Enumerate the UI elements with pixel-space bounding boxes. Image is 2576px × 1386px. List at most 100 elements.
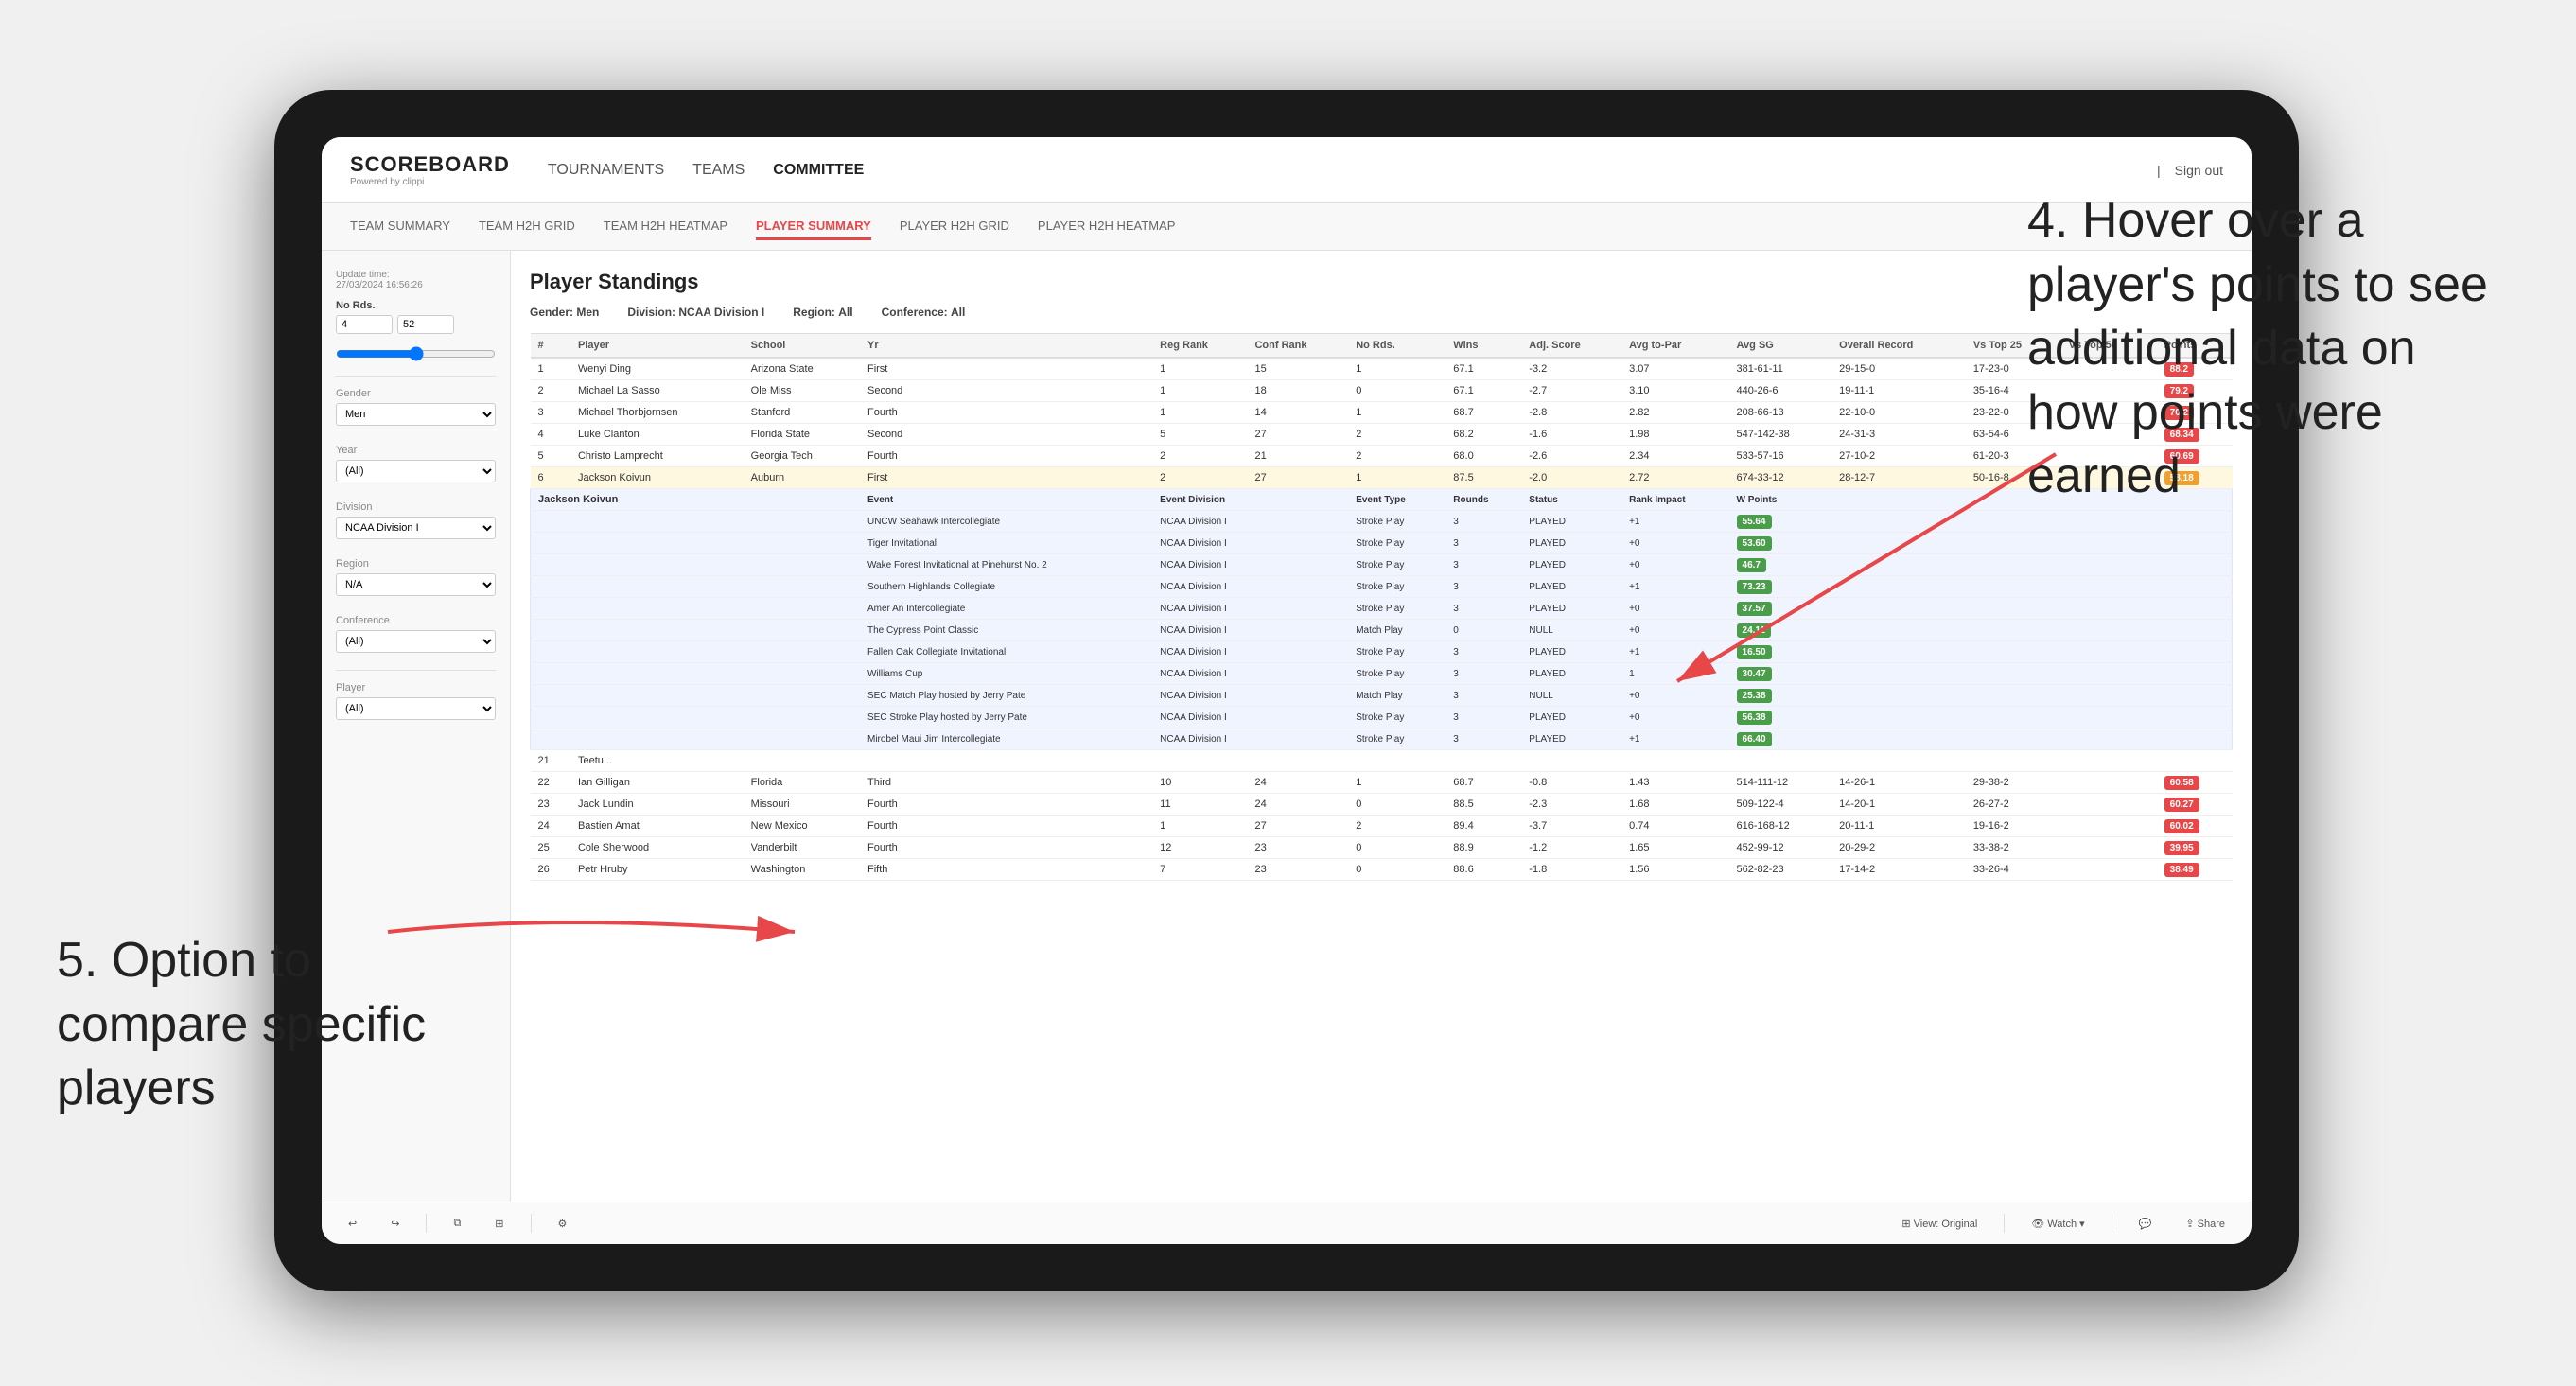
event-col-status: Status (1521, 489, 1621, 511)
table-row: 3 Michael Thorbjornsen Stanford Fourth 1… (531, 402, 2233, 424)
points-badge[interactable]: 60.02 (2164, 819, 2199, 833)
main-content: Update time: 27/03/2024 16:56:26 No Rds.… (322, 251, 2252, 1202)
share-button[interactable]: ⇪ Share (2178, 1214, 2233, 1234)
undo-button[interactable]: ↩ (341, 1214, 364, 1234)
conference-select[interactable]: (All) (336, 630, 496, 653)
event-points-badge[interactable]: 25.38 (1737, 689, 1772, 703)
event-row: Fallen Oak Collegiate Invitational NCAA … (531, 641, 2233, 663)
gender-filter-label: Gender (336, 388, 496, 399)
nav-teams[interactable]: TEAMS (692, 157, 745, 184)
event-header-row: Jackson Koivun Event Event Division Even… (531, 489, 2233, 511)
event-row: Wake Forest Invitational at Pinehurst No… (531, 554, 2233, 576)
settings-button[interactable]: ⚙ (551, 1214, 575, 1234)
sub-nav-team-h2h-heatmap[interactable]: TEAM H2H HEATMAP (604, 214, 727, 240)
event-col-type: Event Type (1348, 489, 1446, 511)
event-points-badge[interactable]: 46.7 (1737, 558, 1766, 572)
table-row: 24 Bastien Amat New Mexico Fourth 1 27 2… (531, 816, 2233, 837)
event-points-badge[interactable]: 55.64 (1737, 515, 1772, 529)
event-row: SEC Stroke Play hosted by Jerry Pate NCA… (531, 707, 2233, 728)
region-select[interactable]: N/A (336, 573, 496, 596)
event-col-event: Event (860, 489, 1152, 511)
watch-button[interactable]: 👁 Watch ▾ (2024, 1214, 2092, 1234)
comment-button[interactable]: 💬 (2131, 1214, 2160, 1234)
vertical-bar-icon: | (2157, 163, 2161, 178)
division-select[interactable]: NCAA Division I (336, 517, 496, 539)
event-points-badge[interactable]: 37.57 (1737, 602, 1772, 616)
col-avg-sg: Avg SG (1729, 334, 1832, 359)
points-badge[interactable]: 60.58 (2164, 776, 2199, 790)
sub-nav-player-h2h-grid[interactable]: PLAYER H2H GRID (900, 214, 1009, 240)
event-points-badge[interactable]: 16.50 (1737, 645, 1772, 659)
no-rds-slider[interactable] (336, 346, 496, 361)
player-filter-label: Player (336, 682, 496, 693)
event-points-badge[interactable]: 56.38 (1737, 711, 1772, 725)
table-row: 23 Jack Lundin Missouri Fourth 11 24 0 8… (531, 794, 2233, 816)
year-filter-label: Year (336, 445, 496, 456)
event-row: Mirobel Maui Jim Intercollegiate NCAA Di… (531, 728, 2233, 750)
conference-filter-label: Conference (336, 615, 496, 626)
event-points-badge[interactable]: 53.60 (1737, 536, 1772, 551)
division-filter-label: Division (336, 501, 496, 513)
event-row: Tiger Invitational NCAA Division I Strok… (531, 533, 2233, 554)
sign-out-link[interactable]: Sign out (2175, 163, 2223, 178)
nav-committee[interactable]: COMMITTEE (773, 157, 864, 184)
table-row: 4 Luke Clanton Florida State Second 5 27… (531, 424, 2233, 446)
sub-nav-team-summary[interactable]: TEAM SUMMARY (350, 214, 450, 240)
sub-nav: TEAM SUMMARY TEAM H2H GRID TEAM H2H HEAT… (322, 203, 2252, 251)
event-row: The Cypress Point Classic NCAA Division … (531, 620, 2233, 641)
logo-sub: Powered by clippi (350, 177, 510, 187)
logo-text: SCOREBOARD (350, 152, 510, 177)
table-row: 25 Cole Sherwood Vanderbilt Fourth 12 23… (531, 837, 2233, 859)
table-row: 26 Petr Hruby Washington Fifth 7 23 0 88… (531, 859, 2233, 881)
table-row: 22 Ian Gilligan Florida Third 10 24 1 68… (531, 772, 2233, 794)
points-badge[interactable]: 39.95 (2164, 841, 2199, 855)
no-rds-to-input[interactable] (397, 315, 454, 334)
view-original-button[interactable]: ⊞ View: Original (1894, 1214, 1985, 1234)
paste-button[interactable]: ⊞ (487, 1214, 511, 1234)
event-col-rounds: Rounds (1446, 489, 1521, 511)
gender-filter-display: Gender: Men (530, 306, 599, 319)
col-no-rds: No Rds. (1348, 334, 1446, 359)
col-reg-rank: Reg Rank (1152, 334, 1247, 359)
event-points-badge[interactable]: 30.47 (1737, 667, 1772, 681)
toolbar-separator-3 (2004, 1214, 2005, 1233)
table-row: 5 Christo Lamprecht Georgia Tech Fourth … (531, 446, 2233, 467)
points-badge[interactable]: 60.27 (2164, 798, 2199, 812)
col-yr: Yr (860, 334, 1152, 359)
annotation-bottom-left: 5. Option to compare specific players (57, 929, 454, 1121)
col-avg-to-par: Avg to-Par (1621, 334, 1728, 359)
update-time: Update time: 27/03/2024 16:56:26 (336, 270, 496, 290)
col-overall-record: Overall Record (1831, 334, 1966, 359)
redo-button[interactable]: ↪ (383, 1214, 407, 1234)
col-player: Player (570, 334, 744, 359)
sub-nav-team-h2h-grid[interactable]: TEAM H2H GRID (479, 214, 575, 240)
event-row: UNCW Seahawk Intercollegiate NCAA Divisi… (531, 511, 2233, 533)
no-rds-range (336, 315, 496, 334)
player-select[interactable]: (All) (336, 697, 496, 720)
nav-tournaments[interactable]: TOURNAMENTS (548, 157, 664, 184)
region-filter-display: Region: All (793, 306, 852, 319)
event-points-badge[interactable]: 66.40 (1737, 732, 1772, 746)
table-row: 1 Wenyi Ding Arizona State First 1 15 1 … (531, 358, 2233, 380)
player-standings-table: # Player School Yr Reg Rank Conf Rank No… (530, 333, 2233, 881)
nav-right: | Sign out (2157, 163, 2223, 178)
col-rank: # (531, 334, 570, 359)
points-badge[interactable]: 38.49 (2164, 863, 2199, 877)
sub-nav-player-summary[interactable]: PLAYER SUMMARY (756, 214, 871, 240)
event-points-badge[interactable]: 73.23 (1737, 580, 1772, 594)
col-conf-rank: Conf Rank (1247, 334, 1348, 359)
year-select[interactable]: (All) (336, 460, 496, 482)
copy-button[interactable]: ⧉ (446, 1214, 468, 1234)
right-panel: Player Standings Gender: Men Division: N… (511, 251, 2252, 1202)
toolbar-separator-2 (531, 1214, 532, 1233)
event-row: Amer An Intercollegiate NCAA Division I … (531, 598, 2233, 620)
no-rds-from-input[interactable] (336, 315, 393, 334)
table-row: 21 Teetu... (531, 750, 2233, 772)
event-col-rank: Rank Impact (1621, 489, 1728, 511)
gender-select[interactable]: Men (336, 403, 496, 426)
event-row: SEC Match Play hosted by Jerry Pate NCAA… (531, 685, 2233, 707)
division-filter-display: Division: NCAA Division I (627, 306, 764, 319)
sub-nav-player-h2h-heatmap[interactable]: PLAYER H2H HEATMAP (1038, 214, 1175, 240)
table-row: 2 Michael La Sasso Ole Miss Second 1 18 … (531, 380, 2233, 402)
event-points-badge[interactable]: 24.11 (1737, 623, 1771, 638)
